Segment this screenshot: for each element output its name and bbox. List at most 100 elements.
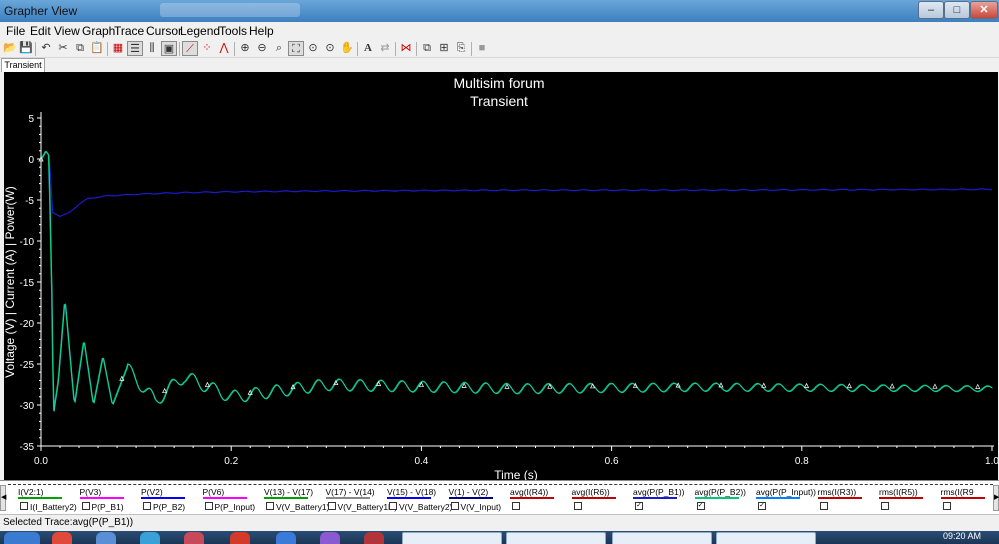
legend-checkbox[interactable]: [942, 502, 951, 510]
legend-icon[interactable]: ☰: [127, 41, 143, 56]
menu-legend[interactable]: Legend: [180, 24, 220, 38]
legend-scroll-left[interactable]: ◀: [0, 485, 6, 511]
chart-svg[interactable]: Multisim forum Transient 5 0 -5 -10 -15 -20 -25 -…: [4, 72, 998, 480]
print-icon[interactable]: ■: [474, 41, 490, 56]
menu-cursor[interactable]: Cursor: [146, 24, 182, 38]
zoom-out-icon[interactable]: ⊖: [254, 41, 270, 56]
legend-checkbox[interactable]: [81, 502, 90, 510]
show-markers-icon[interactable]: ⋀: [216, 41, 232, 56]
legend-trace-name[interactable]: V(V_Battery1): [276, 502, 329, 512]
legend-trace-name[interactable]: V(1) - V(2): [449, 487, 489, 497]
legend-trace-name[interactable]: avg(P(P_B2)): [695, 487, 747, 497]
pan-icon[interactable]: ✋: [339, 41, 355, 56]
reverse-colors-icon[interactable]: ⇄: [377, 41, 393, 56]
legend-trace-name[interactable]: P(V3): [80, 487, 102, 497]
taskbar-window-button[interactable]: [716, 532, 816, 544]
minimize-button[interactable]: –: [918, 1, 944, 19]
legend-checkbox[interactable]: [327, 502, 336, 510]
legend-trace-name[interactable]: V(13) - V(17): [264, 487, 313, 497]
legend-checkbox[interactable]: [573, 502, 582, 510]
legend-checkbox[interactable]: ✓: [758, 502, 766, 510]
tab-transient[interactable]: Transient: [1, 58, 45, 72]
export-icon[interactable]: ⋈: [398, 41, 414, 56]
undo-icon[interactable]: ↶: [38, 41, 54, 56]
legend-checkbox[interactable]: [881, 502, 889, 510]
menu-tools[interactable]: Tools: [219, 24, 247, 38]
legend-trace-name[interactable]: P(P_B2): [153, 502, 185, 512]
maximize-button[interactable]: □: [944, 1, 970, 19]
legend-trace-name[interactable]: P(V6): [203, 487, 225, 497]
legend-trace-name[interactable]: I(I_Battery2): [30, 502, 77, 512]
legend-trace-name[interactable]: P(V2): [141, 487, 163, 497]
paste-icon[interactable]: 📋: [89, 41, 105, 56]
legend-trace-name[interactable]: rms(I(R5)): [879, 487, 918, 497]
open-icon[interactable]: 📂: [2, 41, 18, 56]
legend-checkbox[interactable]: [450, 502, 459, 510]
legend-checkbox[interactable]: [20, 502, 28, 510]
graph-area[interactable]: Multisim forum Transient 5 0 -5 -10 -15 -20 -25 -…: [4, 72, 998, 480]
taskbar-app-icon[interactable]: [230, 532, 250, 544]
copy-icon[interactable]: ⧉: [72, 41, 88, 56]
y-tick-label: -35: [20, 442, 35, 453]
cut-icon[interactable]: ✂: [55, 41, 71, 56]
taskbar-explorer-icon[interactable]: [96, 532, 116, 544]
menu-trace[interactable]: Trace: [114, 24, 144, 38]
legend-checkbox[interactable]: ✓: [696, 502, 705, 510]
legend-trace-name[interactable]: avg(I(R4)): [510, 487, 548, 497]
legend-trace-name[interactable]: avg(P(P_Input)): [756, 487, 816, 497]
legend-checkbox[interactable]: [204, 502, 213, 510]
menu-help[interactable]: Help: [249, 24, 274, 38]
legend-trace-name[interactable]: V(V_Input): [461, 502, 502, 512]
zoom-in-icon[interactable]: ⊕: [237, 41, 253, 56]
legend-trace-name[interactable]: avg(I(R6)): [572, 487, 610, 497]
y-tick-label: -30: [20, 401, 35, 412]
copy-graph-icon[interactable]: ⎘: [453, 41, 469, 56]
overlay-icon[interactable]: ⧉: [419, 41, 435, 56]
properties-icon[interactable]: ▣: [161, 41, 177, 56]
grid-icon[interactable]: ▦: [110, 41, 126, 56]
taskbar-window-button[interactable]: [402, 532, 502, 544]
taskbar-app-icon[interactable]: [364, 532, 384, 544]
legend-trace-name[interactable]: rms(I(R3)): [818, 487, 857, 497]
legend-checkbox[interactable]: [389, 502, 397, 510]
text-icon[interactable]: A: [360, 41, 376, 56]
legend-trace-name[interactable]: I(V2:1): [18, 487, 44, 497]
legend-trace-name[interactable]: rms(I(R9: [941, 487, 974, 497]
menu-graph[interactable]: Graph: [82, 24, 115, 38]
legend-checkbox[interactable]: ✓: [635, 502, 643, 510]
legend-trace-name[interactable]: P(P_B1): [92, 502, 124, 512]
zoom-area-icon[interactable]: ⌕: [271, 41, 287, 56]
taskbar-app-icon[interactable]: [184, 532, 204, 544]
zoom-y-icon[interactable]: ⊙: [305, 41, 321, 56]
taskbar-window-button[interactable]: [612, 532, 712, 544]
legend-trace-name[interactable]: V(17) - V(14): [326, 487, 375, 497]
toolbar-separator: [234, 42, 235, 56]
data-points-icon[interactable]: ⁘: [199, 41, 215, 56]
select-trace-icon[interactable]: ⟋: [182, 41, 198, 56]
legend-trace-name[interactable]: V(V_Battery2): [399, 502, 452, 512]
legend-trace-name[interactable]: avg(P(P_B1)): [633, 487, 685, 497]
close-button[interactable]: ✕: [970, 1, 998, 19]
data-marker: [803, 382, 810, 388]
menu-edit[interactable]: Edit: [30, 24, 51, 38]
legend-scroll-right[interactable]: ▶: [993, 485, 999, 511]
taskbar-app-icon[interactable]: [320, 532, 340, 544]
legend-checkbox[interactable]: [266, 502, 274, 510]
menu-view[interactable]: View: [54, 24, 80, 38]
save-icon[interactable]: 💾: [18, 41, 34, 56]
legend-trace-name[interactable]: V(15) - V(18): [387, 487, 436, 497]
start-button[interactable]: [4, 532, 40, 544]
zoom-x-icon[interactable]: ⊙: [322, 41, 338, 56]
legend-checkbox[interactable]: [819, 502, 828, 510]
legend-checkbox[interactable]: [143, 502, 151, 510]
menu-file[interactable]: File: [6, 24, 25, 38]
zoom-full-icon[interactable]: ⛶: [288, 41, 304, 56]
taskbar-media-icon[interactable]: [140, 532, 160, 544]
legend-trace-name[interactable]: P(P_Input): [215, 502, 256, 512]
taskbar-chrome-icon[interactable]: [52, 532, 72, 544]
taskbar-app-icon[interactable]: [276, 532, 296, 544]
taskbar-window-button[interactable]: [506, 532, 606, 544]
legend-checkbox[interactable]: [512, 502, 520, 510]
cursors-icon[interactable]: ⫼: [144, 41, 160, 56]
add-traces-icon[interactable]: ⊞: [436, 41, 452, 56]
